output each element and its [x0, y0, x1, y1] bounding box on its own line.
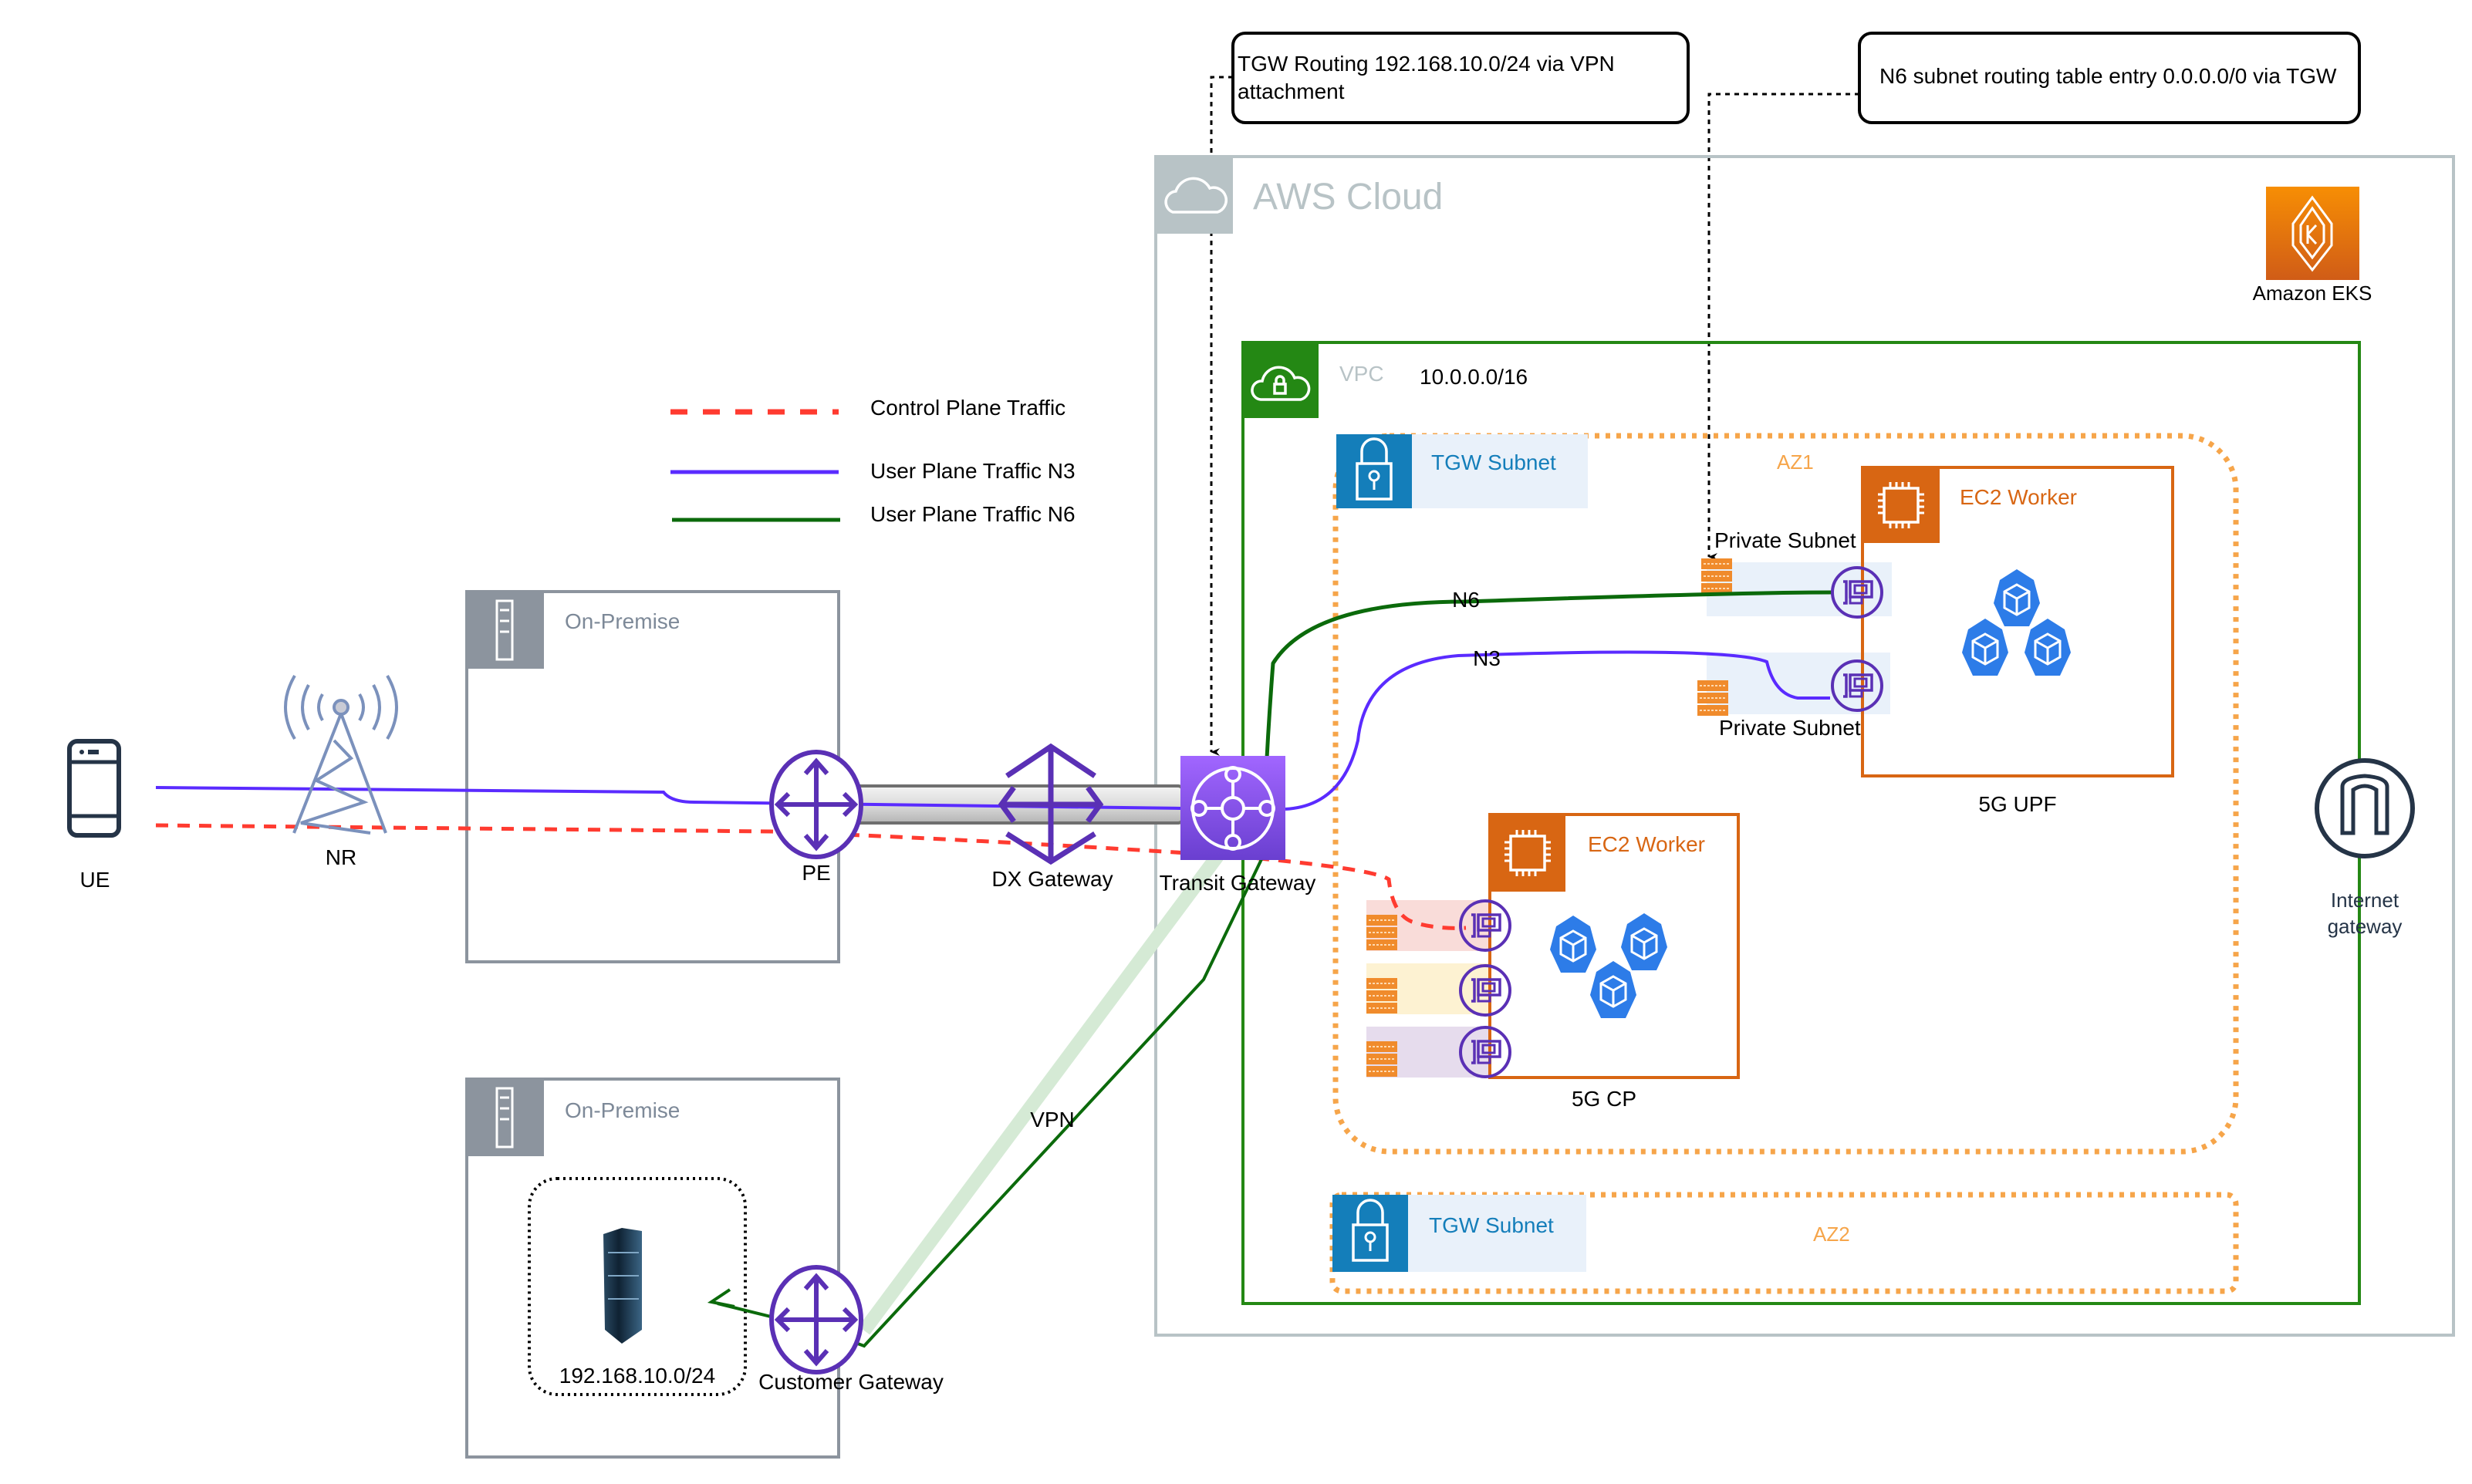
- on-premise-2: On-Premise: [465, 1078, 840, 1459]
- cp-caption: 5G CP: [1572, 1087, 1636, 1111]
- aws-cloud-group: AWS Cloud: [1154, 155, 2455, 1337]
- pe-label: PE: [802, 861, 830, 885]
- router-icon: [772, 1267, 861, 1372]
- tgw-subnet-az1-label: TGW Subnet: [1431, 450, 1556, 474]
- router-icon: [772, 752, 861, 857]
- note-n6-routing: N6 subnet routing table entry 0.0.0.0/0 …: [1858, 32, 2361, 124]
- route-table-icon: [1700, 558, 1733, 595]
- on-premise-2-title: On-Premise: [565, 1098, 680, 1122]
- pod-icon: [2023, 617, 2072, 677]
- az1-label: AZ1: [1777, 450, 1814, 474]
- nr-tower: NR: [284, 674, 398, 869]
- aws-cloud-title: AWS Cloud: [1253, 177, 1443, 218]
- cell-tower-icon: [284, 674, 398, 835]
- architecture-diagram: TGW Routing 192.168.10.0/24 via VPN atta…: [67, 32, 2455, 1459]
- private-subnet-top-label: Private Subnet: [1714, 528, 1856, 552]
- transit-gateway: Transit Gateway: [1160, 756, 1316, 895]
- upf-caption: 5G UPF: [1978, 792, 2056, 816]
- note-tgw-routing: TGW Routing 192.168.10.0/24 via VPN atta…: [1231, 32, 1690, 124]
- private-subnet-bottom-label: Private Subnet: [1719, 716, 1861, 740]
- legend: Control Plane Traffic User Plane Traffic…: [670, 396, 1076, 526]
- server-cidr-label: 192.168.10.0/24: [559, 1364, 715, 1388]
- note-tgw-routing-line2: attachment: [1238, 79, 1345, 103]
- route-table-icon: [1366, 914, 1398, 951]
- eks-pods-upf: [1960, 568, 2072, 677]
- ue-label: UE: [80, 868, 110, 892]
- on-premise-1-title: On-Premise: [565, 609, 680, 633]
- customer-gateway-label: Customer Gateway: [758, 1370, 944, 1394]
- tgw-subnet-az2: TGW Subnet: [1332, 1195, 1586, 1272]
- phone-icon: [67, 739, 121, 838]
- legend-label-control-plane: Control Plane Traffic: [870, 396, 1065, 420]
- server-rack-icon: [603, 1228, 642, 1344]
- nr-label: NR: [326, 845, 356, 869]
- vpn-arrowhead: [707, 1288, 735, 1308]
- server-group: 192.168.10.0/24: [528, 1177, 747, 1396]
- eks-pods-cp: [1548, 912, 1669, 1020]
- pod-icon: [1589, 960, 1638, 1020]
- route-table-icon: [1697, 680, 1729, 717]
- amazon-eks: Amazon EKS: [2253, 187, 2372, 305]
- pod-icon: [1992, 568, 2041, 628]
- connector-n6-note: [1707, 93, 1859, 561]
- n6-link-label: N6: [1452, 588, 1480, 612]
- ec2-worker-cp: EC2 Worker: [1488, 813, 1740, 1079]
- tgw-subnet-az1: TGW Subnet: [1336, 434, 1588, 508]
- route-table-icon: [1366, 977, 1398, 1014]
- dx-gateway-label: DX Gateway: [991, 867, 1113, 891]
- tgw-subnet-az2-label: TGW Subnet: [1429, 1213, 1554, 1237]
- vpn-link-label: VPN: [1030, 1108, 1075, 1132]
- vpc-cidr: 10.0.0.0/16: [1420, 365, 1528, 389]
- pod-icon: [1619, 912, 1669, 972]
- note-tgw-routing-line1: TGW Routing 192.168.10.0/24 via VPN: [1238, 52, 1615, 76]
- transit-gateway-label: Transit Gateway: [1160, 871, 1316, 895]
- internet-gateway: Internet gateway: [2315, 758, 2415, 938]
- pod-icon: [1548, 914, 1598, 974]
- route-table-icon: [1366, 1040, 1398, 1078]
- ue-device: UE: [67, 739, 121, 892]
- az2-label: AZ2: [1813, 1223, 1850, 1246]
- igw-label-line2: gateway: [2328, 915, 2403, 938]
- note-n6-routing-text: N6 subnet routing table entry 0.0.0.0/0 …: [1879, 64, 2337, 88]
- pe-router: PE: [772, 752, 861, 885]
- legend-label-n6: User Plane Traffic N6: [870, 502, 1076, 526]
- ec2-worker-upf-label: EC2 Worker: [1960, 485, 2077, 509]
- vpn-tunnel-highlight: [858, 852, 1224, 1335]
- eks-label: Amazon EKS: [2253, 282, 2372, 305]
- ec2-worker-cp-label: EC2 Worker: [1588, 832, 1705, 856]
- n3-link-label: N3: [1473, 646, 1501, 670]
- customer-gateway: Customer Gateway: [758, 1267, 944, 1394]
- pod-icon: [1960, 617, 2010, 677]
- dx-gateway-icon: [998, 743, 1104, 865]
- legend-label-n3: User Plane Traffic N3: [870, 459, 1076, 483]
- vpc-title: VPC: [1339, 362, 1384, 386]
- igw-label-line1: Internet: [2331, 889, 2399, 912]
